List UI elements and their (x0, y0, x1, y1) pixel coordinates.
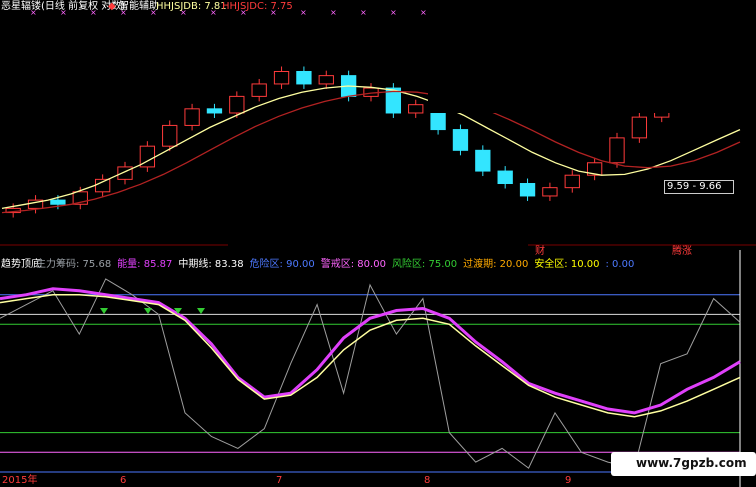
legend-item: 警戒区: 80.00 (320, 259, 386, 270)
x-axis-tick-label: 6 (120, 475, 127, 486)
occluded-region (428, 0, 756, 113)
signal-arrow-icon: ◆ (108, 1, 116, 12)
candle-body (564, 174, 580, 189)
tag-cai: 财 (535, 246, 545, 257)
signal-marker: × (300, 8, 307, 17)
watermark-text: www.7gpzb.com (636, 456, 747, 470)
legend-item: 能量: 85.87 (117, 259, 173, 270)
legend-item: 危险区: 90.00 (249, 259, 315, 270)
app-name: 恶星辐镂 (1, 1, 41, 12)
candle-body (296, 70, 312, 85)
candle-body (318, 75, 334, 85)
legend-item: 安全区: 10.00 (534, 259, 600, 270)
candle-body (408, 104, 424, 114)
signal-marker: × (330, 8, 337, 17)
candle-body (184, 108, 200, 126)
signal-marker: × (360, 8, 367, 17)
candle-body (162, 124, 178, 147)
range-label: 9.59 - 9.66 (664, 180, 734, 194)
sub-title: 趋势顶底 (1, 259, 41, 270)
legend-item: 主力筹码: 75.68 (36, 259, 112, 270)
signal-marker: × (420, 8, 427, 17)
tag-zhangting: 腾涨 (672, 246, 692, 257)
hhjsjdc-value: HHJSJDC: 7.75 (222, 1, 293, 12)
candle-body (273, 70, 290, 85)
app-title: 恶星辐镂(日线 前复权 对数) (1, 1, 125, 13)
x-axis-tick-label: 8 (424, 475, 431, 486)
x-axis-tick-label: 2015年 (2, 475, 38, 486)
indicator-name: 智能辅助 (119, 1, 159, 12)
candle-body (542, 187, 558, 197)
candle-body (206, 108, 223, 114)
candle-body (497, 170, 513, 185)
candle-body (519, 183, 536, 197)
candle-body (452, 129, 469, 151)
x-axis-tick-label: 9 (565, 475, 572, 486)
legend-item: : 0.00 (605, 259, 635, 270)
candle-body (50, 199, 66, 205)
signal-marker: × (390, 8, 397, 17)
legend-item: 风险区: 75.00 (391, 259, 458, 270)
legend-item: 过渡期: 20.00 (463, 259, 529, 270)
occluded-region (228, 225, 528, 261)
candle-body (475, 149, 491, 172)
hhjsjdb-value: HHJSJDB: 7.81 (156, 1, 227, 12)
candle-body (229, 95, 245, 114)
legend-item: 中期线: 83.38 (178, 259, 244, 270)
x-axis-tick-label: 7 (276, 475, 283, 486)
candle-body (631, 116, 648, 139)
indicator-legend: 主力筹码: 75.68 能量: 85.87 中期线: 83.38 危险区: 90.00… (36, 259, 640, 271)
candle-body (609, 137, 625, 164)
candle-body (251, 83, 267, 97)
